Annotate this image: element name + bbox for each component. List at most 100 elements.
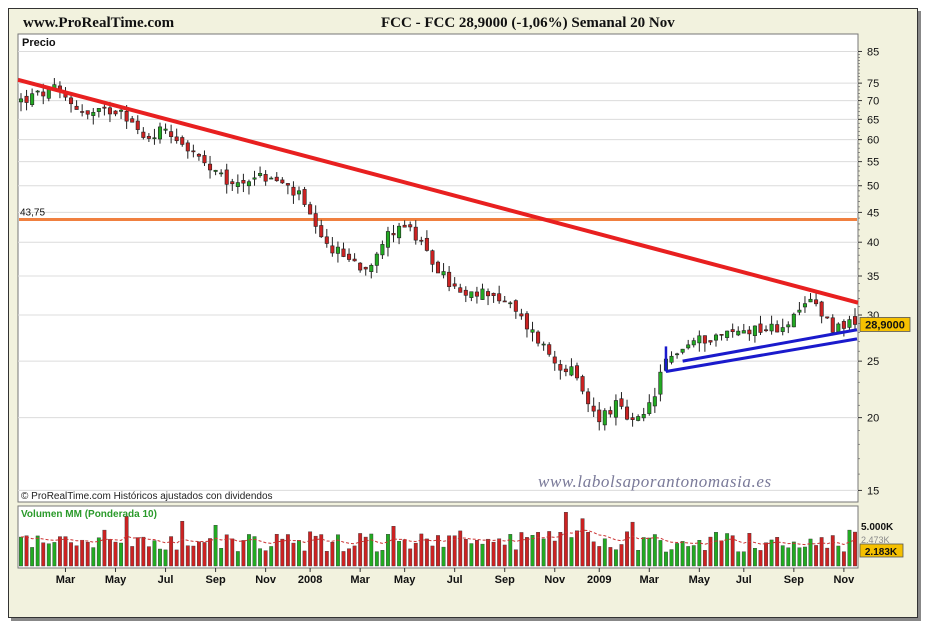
candle-body (319, 225, 324, 238)
volume-bar (775, 537, 780, 567)
candle-body (524, 313, 529, 330)
volume-bar (825, 547, 830, 567)
volume-bar (274, 533, 279, 567)
y-tick-label: 40 (867, 237, 879, 249)
volume-bar (424, 538, 429, 567)
candle-body (185, 142, 190, 152)
volume-bar (336, 534, 340, 567)
candle-body (541, 343, 546, 346)
candle-body (647, 402, 652, 414)
candle-body (85, 110, 90, 115)
volume-bar (380, 550, 385, 567)
candle-body (341, 248, 346, 257)
last-price-tag: 28,9000 (859, 317, 911, 332)
candle-body (691, 340, 696, 346)
candle-body (552, 356, 557, 364)
x-tick-label: May (105, 574, 127, 586)
copyright-note: © ProRealTime.com Históricos ajustados c… (21, 491, 273, 502)
volume-bar (853, 531, 857, 567)
volume-bar (614, 549, 618, 567)
volume-bar (541, 538, 546, 567)
candle-body (296, 190, 302, 195)
volume-bar (675, 543, 679, 567)
volume-bar (308, 531, 313, 567)
candle-body (180, 137, 185, 145)
y-tick-label: 55 (867, 157, 879, 169)
y-tick-label: 15 (867, 485, 879, 497)
volume-bar (441, 546, 446, 567)
volume-bar (408, 548, 413, 567)
volume-bar (302, 550, 307, 567)
candle-body (563, 368, 568, 373)
volume-bar (664, 551, 668, 567)
candle-body (91, 112, 96, 116)
volume-bar (297, 540, 301, 567)
volume-bar (374, 551, 379, 567)
volume-bar (163, 549, 168, 567)
candle-body (308, 204, 313, 215)
candle-body (397, 225, 402, 239)
candle-body (847, 319, 852, 328)
candle-body (508, 302, 513, 305)
volume-bar (797, 547, 802, 567)
candle-body (335, 246, 340, 254)
candle-body (780, 327, 785, 332)
candle-body (146, 135, 151, 139)
candle (580, 374, 585, 395)
last-price-label: 28,9000 (865, 319, 905, 331)
candle-body (430, 250, 435, 265)
volume-bar (769, 539, 774, 567)
volume-bar (269, 546, 274, 567)
candle-body (786, 324, 791, 328)
candle-body (35, 90, 40, 93)
volume-bar (575, 530, 579, 567)
volume-bar (208, 538, 212, 567)
candle-body (302, 189, 307, 205)
volume-bar (52, 542, 57, 567)
candle-body (196, 153, 201, 157)
candle-body (658, 371, 663, 395)
volume-bar (513, 549, 518, 567)
x-tick-label: Sep (206, 574, 226, 586)
candle-body (219, 172, 224, 175)
candle-body (385, 231, 390, 248)
volume-bar (702, 550, 707, 567)
volume-bar (730, 535, 735, 567)
candle-body (819, 301, 824, 317)
volume-bar (252, 536, 257, 567)
volume-bar (569, 537, 574, 567)
candle-body (352, 258, 357, 262)
volume-bar (280, 538, 285, 567)
volume-bar (786, 547, 791, 567)
volume-bar (352, 545, 357, 567)
candle-body (213, 169, 218, 172)
candle-body (102, 106, 107, 109)
candle-body (797, 309, 802, 313)
volume-bar (191, 545, 196, 567)
candle-body (491, 292, 496, 296)
volume-bar (219, 548, 224, 567)
candle-body (702, 335, 707, 344)
volume-bar (391, 526, 396, 567)
candle-body (135, 120, 140, 130)
candle (836, 322, 841, 333)
candle-body (208, 163, 213, 171)
y-tick-label: 35 (867, 271, 879, 283)
candle-body (18, 98, 24, 103)
volume-bar (830, 535, 835, 567)
x-tick-label: Nov (544, 574, 566, 586)
volume-bar (502, 544, 507, 567)
volume-bar (74, 545, 79, 567)
volume-bar (741, 551, 746, 567)
volume-bar (369, 533, 374, 567)
candle (302, 186, 307, 207)
candle-body (775, 324, 780, 333)
volume-bar (113, 541, 118, 567)
candle-body (602, 410, 607, 426)
volume-bar (30, 547, 35, 567)
volume-last-label: 2.183K (865, 547, 898, 558)
candle-body (291, 186, 296, 196)
volume-bar (241, 540, 246, 567)
volume-bar (119, 542, 123, 567)
volume-bar (430, 545, 435, 567)
